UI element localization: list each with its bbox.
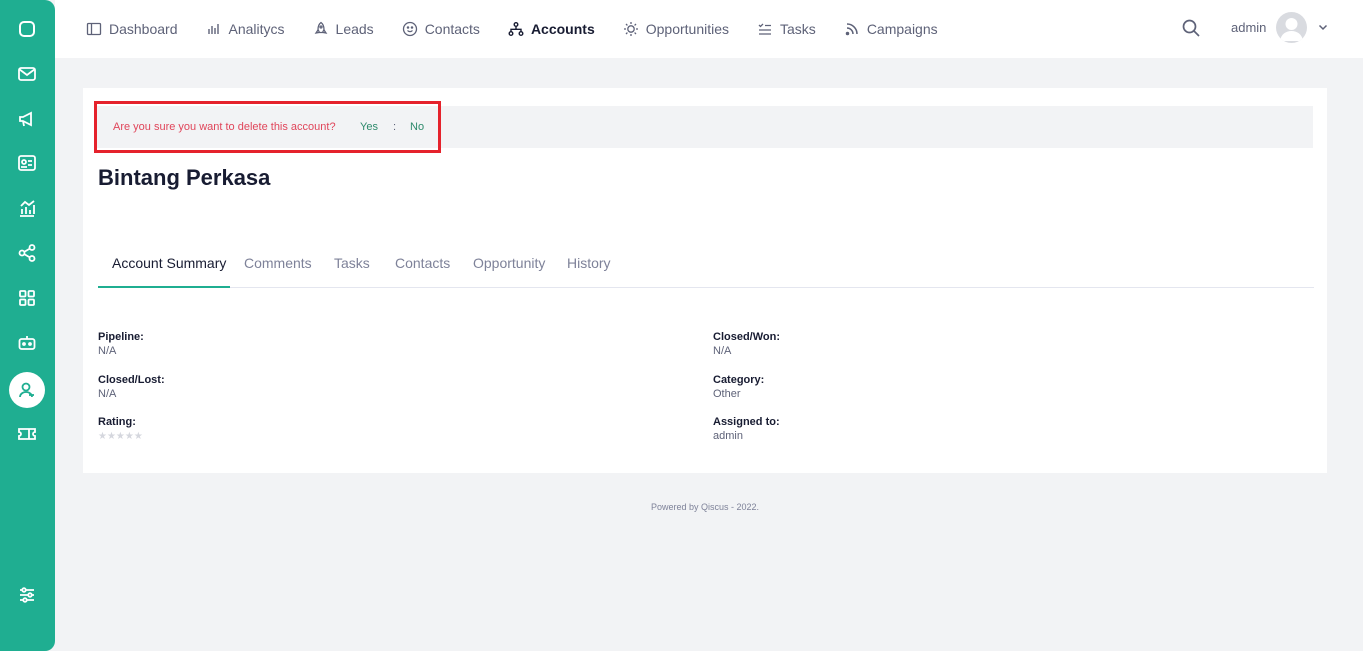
nav-label: Dashboard — [109, 21, 178, 37]
tab-account-summary[interactable]: Account Summary — [112, 255, 226, 271]
nav-item-accounts[interactable]: Accounts — [508, 21, 595, 37]
tab-tasks[interactable]: Tasks — [334, 255, 370, 271]
main-nav: Dashboard Analitycs Leads Contacts Accou… — [86, 0, 966, 58]
user-avatar-icon — [1280, 18, 1303, 41]
ticket-icon[interactable] — [9, 416, 45, 452]
nav-item-contacts[interactable]: Contacts — [402, 21, 480, 37]
bar-chart-icon — [207, 24, 219, 34]
closed-lost-value: N/A — [98, 388, 117, 400]
chat-icon[interactable] — [9, 11, 45, 47]
analytics-icon[interactable] — [9, 190, 45, 226]
footer-text: Powered by Qiscus - 2022. — [650, 502, 760, 512]
confirm-no-button[interactable]: No — [410, 121, 424, 133]
contact-card-icon[interactable] — [9, 145, 45, 181]
top-navbar: Dashboard Analitycs Leads Contacts Accou… — [55, 0, 1363, 58]
crm-user-icon[interactable] — [9, 372, 45, 408]
chevron-down-icon[interactable] — [1317, 21, 1329, 33]
tab-comments[interactable]: Comments — [244, 255, 312, 271]
rating-stars[interactable]: ★★★★★ — [98, 431, 143, 442]
page-title: Bintang Perkasa — [98, 165, 271, 190]
pipeline-label: Pipeline: — [98, 331, 144, 343]
nav-label: Analitycs — [228, 21, 285, 37]
nav-label: Accounts — [530, 21, 595, 37]
nav-item-leads[interactable]: Leads — [313, 21, 374, 37]
account-detail-card: Are you sure you want to delete this acc… — [83, 88, 1327, 473]
nav-item-dashboard[interactable]: Dashboard — [86, 21, 178, 37]
nav-item-opportunities[interactable]: Opportunities — [623, 21, 729, 37]
megaphone-icon[interactable] — [9, 101, 45, 137]
category-label: Category: — [713, 374, 765, 386]
nav-item-analytics[interactable]: Analitycs — [206, 21, 285, 37]
closed-won-label: Closed/Won: — [713, 331, 781, 343]
account-tabs: Account Summary Comments Tasks Contacts … — [98, 248, 1314, 288]
avatar[interactable] — [1276, 12, 1307, 43]
mail-icon[interactable] — [9, 56, 45, 92]
pipeline-value: N/A — [98, 345, 117, 357]
active-tab-indicator — [98, 286, 230, 288]
rating-label: Rating: — [98, 416, 136, 428]
nav-label: Leads — [335, 21, 374, 37]
user-name[interactable]: admin — [1231, 20, 1266, 35]
sun-icon — [623, 22, 638, 36]
settings-sliders-icon[interactable] — [9, 577, 45, 613]
category-value: Other — [713, 388, 741, 400]
assigned-to-value: admin — [713, 430, 743, 442]
nav-item-campaigns[interactable]: Campaigns — [844, 21, 938, 37]
rss-icon — [845, 23, 858, 36]
confirm-yes-button[interactable]: Yes — [360, 121, 378, 133]
left-sidebar — [0, 0, 55, 651]
tab-contacts[interactable]: Contacts — [395, 255, 450, 271]
tab-history[interactable]: History — [567, 255, 611, 271]
search-icon[interactable] — [1181, 18, 1201, 38]
bot-icon[interactable] — [9, 325, 45, 361]
closed-lost-label: Closed/Lost: — [98, 374, 165, 386]
closed-won-value: N/A — [713, 345, 732, 357]
share-icon[interactable] — [9, 235, 45, 271]
rocket-icon — [314, 21, 327, 34]
nav-label: Opportunities — [645, 21, 730, 37]
assigned-to-label: Assigned to: — [713, 416, 780, 428]
task-list-icon — [758, 23, 772, 35]
nav-item-tasks[interactable]: Tasks — [757, 21, 816, 37]
hierarchy-icon — [508, 22, 524, 36]
nav-label: Tasks — [780, 21, 816, 37]
delete-confirm-message: Are you sure you want to delete this acc… — [113, 121, 336, 133]
confirm-separator: : — [393, 121, 397, 133]
nav-label: Contacts — [424, 21, 480, 37]
dashboard-icon — [86, 22, 102, 36]
smiley-icon — [402, 21, 417, 37]
nav-label: Campaigns — [866, 21, 938, 37]
tab-opportunity[interactable]: Opportunity — [473, 255, 545, 271]
apps-grid-icon[interactable] — [9, 280, 45, 316]
